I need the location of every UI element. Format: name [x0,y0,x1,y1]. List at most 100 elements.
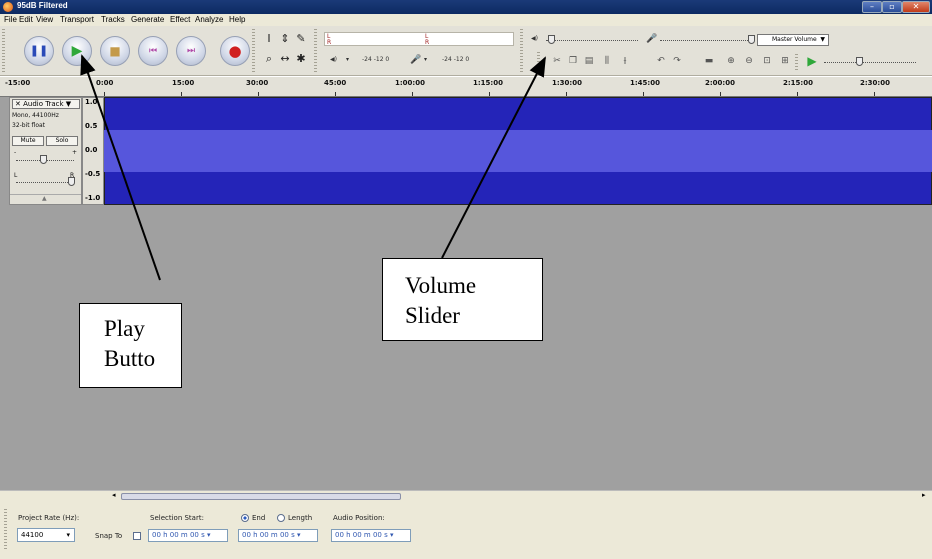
ruler-tickmark [797,92,798,96]
ruler-tickmark [258,92,259,96]
menu-generate[interactable]: Generate [131,15,164,24]
skip-to-end-icon: ⏭ [186,46,196,56]
stop-button[interactable]: ■ [100,36,130,66]
cut-icon[interactable]: ✂ [550,54,564,68]
selection-end-time[interactable]: 00 h 00 m 00 s ▾ [238,529,318,542]
gain-minus-label: - [14,149,17,156]
gain-knob[interactable] [40,155,47,164]
play-speed-slider[interactable] [824,62,916,63]
chevron-down-icon: ▾ [389,531,394,539]
play-icon: ▶ [71,43,83,59]
multi-tool-icon[interactable]: ✱ [294,52,308,66]
toolbar-grip[interactable] [4,509,7,549]
scroll-left-icon[interactable]: ◂ [112,491,116,499]
ruler-tick: 15:00 [172,79,195,87]
speaker-icon[interactable]: ◀) [330,56,337,63]
scrollbar-thumb[interactable] [121,493,401,500]
menu-tracks[interactable]: Tracks [101,15,125,24]
record-icon: ● [228,42,242,60]
project-rate-select[interactable]: 44100 ▾ [17,528,75,542]
skip-to-start-button[interactable]: ⏮ [138,36,168,66]
audio-position-time[interactable]: 00 h 00 m 00 s ▾ [331,529,411,542]
scroll-right-icon[interactable]: ▸ [922,491,926,499]
paste-icon[interactable]: ▤ [582,54,596,68]
play-at-speed-icon[interactable]: ▶ [805,54,819,68]
menu-edit[interactable]: Edit [19,15,33,24]
audio-position-value: 00 h 00 m 00 s [335,531,388,539]
ruler-tick: 1:00:00 [395,79,425,87]
play-button[interactable]: ▶ [62,36,92,66]
play-speed-knob[interactable] [856,57,863,66]
output-volume-knob[interactable] [548,35,555,44]
menu-file[interactable]: File [4,15,17,24]
skip-to-end-button[interactable]: ⏭ [176,36,206,66]
toolbar-grip[interactable] [795,54,798,70]
pan-slider[interactable] [16,182,74,183]
horizontal-scrollbar[interactable]: ◂ ▸ [0,490,932,501]
maximize-button[interactable]: ▫ [882,1,902,13]
callout-line: Slider [405,303,460,328]
output-volume-slider[interactable] [546,40,638,41]
toolbar-grip[interactable] [537,52,540,72]
microphone-icon: 🎤 [646,34,658,44]
toolbar-grip[interactable] [520,29,523,73]
record-button[interactable]: ● [220,36,250,66]
close-button[interactable]: ✕ [902,1,930,13]
envelope-tool-icon[interactable]: ⇕ [278,32,292,46]
selection-start-time[interactable]: 00 h 00 m 00 s ▾ [148,529,228,542]
undo-icon[interactable]: ↶ [654,54,668,68]
fit-selection-icon[interactable]: ⊡ [760,54,774,68]
toolbar-grip[interactable] [252,29,255,73]
track-menu-button[interactable]: ✕ Audio Track ▼ [12,99,80,109]
minimize-button[interactable]: – [862,1,882,13]
toolbar-grip[interactable] [2,29,5,73]
solo-button[interactable]: Solo [46,136,78,146]
ruler-tickmark [720,92,721,96]
callout-line: Play [104,316,145,341]
menu-analyze[interactable]: Analyze [195,15,223,24]
record-meter-scale: -24 -12 0 [442,56,470,63]
menu-view[interactable]: View [36,15,53,24]
silence-icon[interactable]: ⫲ [618,54,632,68]
input-source-select[interactable]: Master Volume ▼ [757,34,829,46]
close-icon[interactable]: ✕ [15,100,21,108]
play-button-callout: Play Butto [79,303,182,388]
zoom-in-icon[interactable]: ⊕ [724,54,738,68]
selection-tool-icon[interactable]: I [262,32,276,46]
callout-line: Butto [104,346,156,371]
ruler-tick: 2:15:00 [783,79,813,87]
pan-left-label: L [14,172,18,179]
toolbar-grip[interactable] [314,29,317,73]
microphone-icon[interactable]: 🎤 [410,55,421,65]
zoom-tool-icon[interactable]: ⌕ [262,52,276,66]
menu-help[interactable]: Help [229,15,245,24]
selection-end-value: 00 h 00 m 00 s [242,531,295,539]
snap-to-checkbox[interactable] [133,532,141,540]
redo-icon[interactable]: ↷ [670,54,684,68]
sync-lock-icon[interactable]: ▬ [702,54,716,68]
end-radio[interactable] [241,514,249,522]
collapse-icon[interactable]: ▲ [42,195,47,202]
zoom-out-icon[interactable]: ⊖ [742,54,756,68]
ruler-tickmark [566,92,567,96]
meter-dropdown-icon[interactable]: ▾ [424,56,427,63]
fit-project-icon[interactable]: ⊞ [778,54,792,68]
ruler-tick: 45:00 [324,79,347,87]
timeline-ruler[interactable]: -15:00 0:00 15:00 30:00 45:00 1:00:00 1:… [0,77,932,97]
pause-button[interactable]: ❚❚ [24,36,54,66]
selection-start-label: Selection Start: [150,514,204,522]
menu-effect[interactable]: Effect [170,15,190,24]
trim-icon[interactable]: ⫼ [600,54,614,68]
meter-dropdown-icon[interactable]: ▾ [346,56,349,63]
copy-icon[interactable]: ❐ [566,54,580,68]
selection-start-value: 00 h 00 m 00 s [152,531,205,539]
playback-meter[interactable]: L R L R [324,32,514,46]
mute-button[interactable]: Mute [12,136,44,146]
input-volume-knob[interactable] [748,35,755,44]
menu-transport[interactable]: Transport [60,15,94,24]
length-radio[interactable] [277,514,285,522]
timeshift-tool-icon[interactable]: ↔ [278,52,292,66]
input-volume-slider[interactable] [660,40,752,41]
draw-tool-icon[interactable]: ✎ [294,32,308,46]
pan-knob[interactable] [68,177,75,186]
